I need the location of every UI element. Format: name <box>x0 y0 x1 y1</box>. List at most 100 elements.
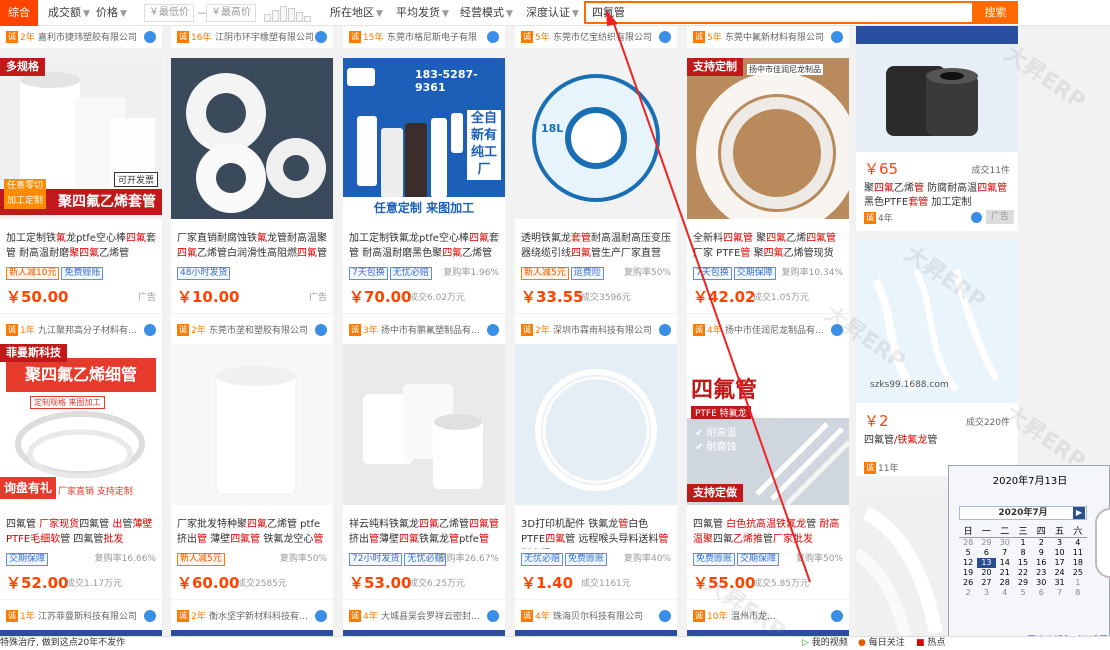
shop-name[interactable]: 东莞市亿宝纺织有限公司 <box>553 30 651 43</box>
status-left-text[interactable]: 特殊治疗, 做到这点20年不发作 <box>0 637 125 650</box>
right-ad-title[interactable]: 四氟管/铁氟龙管 <box>864 434 1012 448</box>
calendar-day[interactable]: 9 <box>1032 548 1050 558</box>
hot-link[interactable]: ■ 热点 <box>916 637 945 650</box>
calendar-day[interactable]: 8 <box>1069 588 1087 598</box>
shop-name[interactable]: 东莞中氟新材料有限公司 <box>725 30 823 43</box>
calendar-day[interactable]: 1 <box>1069 578 1087 588</box>
calendar-day[interactable]: 28 <box>959 538 977 549</box>
calendar-day[interactable]: 7 <box>1050 588 1068 598</box>
calendar-day[interactable]: 27 <box>977 578 995 588</box>
product-card-footer[interactable]: 诚 15年 东莞市格尼斯电子有限 <box>343 26 505 48</box>
product-image[interactable] <box>171 344 333 505</box>
calendar-day[interactable]: 19 <box>959 568 977 578</box>
calendar-day[interactable]: 18 <box>1069 558 1087 568</box>
calendar-day[interactable]: 16 <box>1032 558 1050 568</box>
product-card-footer[interactable]: 诚 5年 东莞中氟新材料有限公司 <box>687 26 849 48</box>
filter-business-mode[interactable]: 经营模式 ▼ <box>460 0 513 26</box>
right-ad-card-2[interactable]: szks99.1688.com ￥2 成交220件 四氟管/铁氟龙管 诚 11年 <box>856 240 1018 476</box>
sort-price-tab[interactable]: 价格 ▼ <box>96 0 127 26</box>
calendar-day[interactable]: 29 <box>1014 578 1032 588</box>
product-title[interactable]: 四氟管 白色抗高温铁氟龙管 耐高温聚四氟乙烯推管厂家批发 <box>693 517 843 549</box>
calendar-day[interactable]: 10 <box>1050 548 1068 558</box>
calendar-day[interactable]: 5 <box>1014 588 1032 598</box>
shop-name[interactable]: 嘉利市捷玮塑胶有限公司 <box>38 30 136 43</box>
price-min-input[interactable]: ￥最低价 <box>144 4 194 22</box>
calendar-day[interactable]: 1 <box>1014 538 1032 549</box>
calendar-day[interactable]: 2 <box>959 588 977 598</box>
calendar-day[interactable]: 8 <box>1014 548 1032 558</box>
calendar-day[interactable]: 3 <box>977 588 995 598</box>
product-card-footer[interactable]: 诚 5年 东莞市亿宝纺织有限公司 <box>515 26 677 48</box>
calendar-day[interactable]: 5 <box>959 548 977 558</box>
aliwangwang-icon[interactable] <box>315 324 327 336</box>
calendar-day[interactable]: 17 <box>1050 558 1068 568</box>
shop-name[interactable]: 珠海贝尔科技有限公司 <box>553 609 651 622</box>
sort-volume-tab[interactable]: 成交额 ▼ <box>48 0 90 26</box>
aliwangwang-icon[interactable] <box>144 31 156 43</box>
shop-name[interactable]: 大城县吴会罗祥云密封… <box>381 609 479 622</box>
product-card[interactable]: 18L 透明铁氟龙套管耐高温耐高压变压器绕缆引线四氟管生产厂家直营 新人减5元 运费险… <box>515 58 677 345</box>
aliwangwang-icon[interactable] <box>487 31 499 43</box>
calendar-day[interactable]: 12 <box>959 558 977 568</box>
sort-comprehensive-tab[interactable]: 综合 <box>0 0 38 26</box>
calendar-day[interactable]: 24 <box>1050 568 1068 578</box>
product-card-footer[interactable]: 诚 16年 江阴市环宇橡塑有限公司 <box>171 26 333 48</box>
shop-name[interactable]: 扬中市有鹏氟塑制品有… <box>381 323 479 336</box>
shop-name[interactable]: 东莞市格尼斯电子有限 <box>387 30 485 43</box>
calendar-day[interactable]: 15 <box>1014 558 1032 568</box>
product-image[interactable] <box>343 344 505 505</box>
product-title[interactable]: 加工定制铁氟龙ptfe空心棒四氟套管 耐高温耐磨聚四氟乙烯管 <box>6 231 156 263</box>
aliwangwang-icon[interactable] <box>144 324 156 336</box>
product-image[interactable]: 聚四氟乙烯套管 任意零切 加工定制 可开发票 多规格 <box>0 58 162 219</box>
shop-name[interactable]: 江阴市环宇橡塑有限公司 <box>215 30 313 43</box>
price-distribution-icon[interactable] <box>264 4 312 22</box>
aliwangwang-icon[interactable] <box>831 324 843 336</box>
filter-certification[interactable]: 深度认证 ▼ <box>526 0 579 26</box>
calendar-day[interactable]: 14 <box>996 558 1014 568</box>
product-card[interactable]: 厂家批发特种聚四氟乙烯管 ptfe挤出管 薄壁四氟管 铁氟龙空心管 新人减5元 复购… <box>171 344 333 631</box>
product-card[interactable]: 扬中市佳润尼龙制品 支持定制 全新料四氟管 聚四氟乙烯四氟管厂家 PTFE管 聚四氟… <box>687 58 849 345</box>
shop-name[interactable]: 扬中市佳润尼龙制品有… <box>725 323 823 336</box>
aliwangwang-icon[interactable] <box>315 31 327 43</box>
shop-name[interactable]: 温州市龙… <box>731 609 829 622</box>
calendar-day[interactable]: 7 <box>996 548 1014 558</box>
right-ad-title[interactable]: 聚四氟乙烯管 防腐耐高温四氟管黑色PTFE套管 加工定制 <box>864 182 1012 210</box>
calendar-day[interactable]: 22 <box>1014 568 1032 578</box>
calendar-day[interactable]: 31 <box>1050 578 1068 588</box>
product-card[interactable]: 聚四氟乙烯细管 定制规格 来图加工 询盘有礼 厂家直销 支持定制 菲曼斯科技 四氟管… <box>0 344 162 631</box>
calendar-day[interactable]: 21 <box>996 568 1014 578</box>
product-image[interactable]: 183-5287-9361 全自新有纯工厂 任意定制 来图加工 <box>343 58 505 219</box>
calendar-popup[interactable]: 2020年7月13日 ◀ 2020年7月 ▶ 日一二三四五六 282930123… <box>948 465 1110 650</box>
calendar-day[interactable]: 23 <box>1032 568 1050 578</box>
aliwangwang-icon[interactable] <box>315 610 327 622</box>
calendar-day[interactable]: 4 <box>996 588 1014 598</box>
product-title[interactable]: 祥云纯料铁氟龙四氟乙烯管四氟管挤出管薄壁四氟铁氟龙管ptfe管 <box>349 517 499 549</box>
aliwangwang-icon[interactable] <box>831 610 843 622</box>
product-title[interactable]: 厂家直销耐腐蚀铁氟龙管耐高温聚四氟乙烯管白润滑性高阻燃四氟管 <box>177 231 327 263</box>
shop-name[interactable]: 衡水坚宇新材料科技有… <box>209 609 307 622</box>
right-ad-card-3[interactable] <box>856 493 950 636</box>
shop-name[interactable]: 东莞市垄和塑胶有限公司 <box>209 323 307 336</box>
filter-shipping[interactable]: 平均发货 ▼ <box>396 0 449 26</box>
search-input[interactable]: 四氟管 <box>584 1 974 24</box>
product-card[interactable]: 3D打印机配件 铁氟龙管白色PTFE四氟管 远程喉头导料送料管耐高温无忧必赔免费… <box>515 344 677 631</box>
product-title[interactable]: 厂家批发特种聚四氟乙烯管 ptfe挤出管 薄壁四氟管 铁氟龙空心管 <box>177 517 327 549</box>
calendar-day[interactable]: 4 <box>1069 538 1087 549</box>
filter-region[interactable]: 所在地区 ▼ <box>330 0 383 26</box>
price-max-input[interactable]: ￥最高价 <box>206 4 256 22</box>
calendar-day[interactable]: 6 <box>1032 588 1050 598</box>
calendar-day[interactable]: 13 <box>977 558 996 568</box>
shop-name[interactable]: 江苏菲曼斯科技有限公司 <box>38 609 136 622</box>
calendar-day[interactable]: 11 <box>1069 548 1087 558</box>
calendar-day[interactable]: 25 <box>1069 568 1087 578</box>
product-card-footer[interactable]: 诚 2年 嘉利市捷玮塑胶有限公司 <box>0 26 162 48</box>
aliwangwang-icon[interactable] <box>659 610 671 622</box>
calendar-day[interactable]: 6 <box>977 548 995 558</box>
aliwangwang-icon[interactable] <box>659 324 671 336</box>
daily-focus-link[interactable]: ● 每日关注 <box>858 637 905 650</box>
product-image[interactable] <box>171 58 333 219</box>
search-button[interactable]: 搜索 <box>973 1 1018 24</box>
product-image[interactable]: 聚四氟乙烯细管 定制规格 来图加工 询盘有礼 厂家直销 支持定制 菲曼斯科技 <box>0 344 162 505</box>
product-image[interactable]: 四氟管 PTFE 特氟龙 ✔ 耐高温 ✔ 耐腐蚀 支持定做 <box>687 344 849 505</box>
product-card[interactable]: 183-5287-9361 全自新有纯工厂 任意定制 来图加工 加工定制铁氟龙pt… <box>343 58 505 345</box>
